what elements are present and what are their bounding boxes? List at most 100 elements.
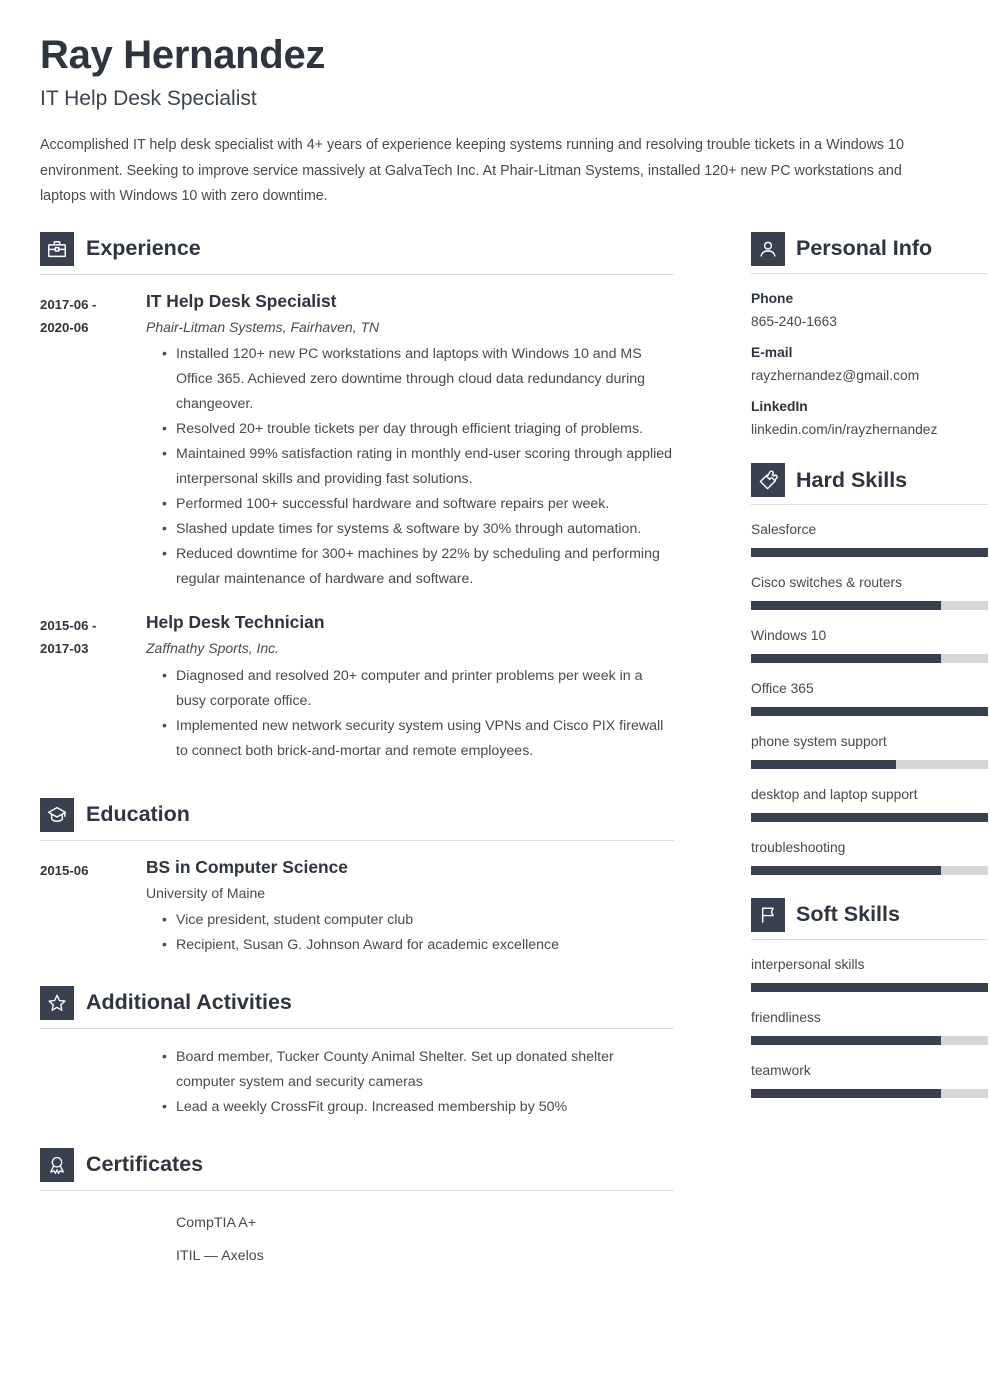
education-school: University of Maine: [146, 884, 266, 901]
skill-bar-fill: [751, 865, 941, 875]
skill-bar-track: [751, 865, 988, 875]
section-divider: [40, 1028, 674, 1030]
section-header-education: Education: [40, 797, 674, 840]
contact-label: E-mail: [751, 344, 793, 360]
person-icon: [751, 231, 785, 266]
briefcase-icon: [40, 231, 74, 266]
skill-bar-track: [751, 760, 988, 769]
skill-label: teamwork: [751, 1062, 811, 1078]
activities-date-spacer: [40, 1045, 146, 1120]
skill-label: friendliness: [751, 1009, 821, 1025]
section-divider: [751, 272, 988, 274]
education-entry: 2015-06 BS in Computer Science Universit…: [40, 857, 674, 958]
skill-label: Cisco switches & routers: [751, 575, 903, 591]
activities-entry: Board member, Tucker County Animal Shelt…: [40, 1044, 674, 1120]
experience-date-start: 2015-06 -: [40, 618, 97, 634]
certificates-body: CompTIA A+ ITIL — Axelos: [146, 1207, 674, 1273]
resume-page: Ray Hernandez IT Help Desk Specialist Ac…: [0, 0, 990, 1400]
experience-date-end: 2020-06: [40, 319, 89, 335]
star-icon: [40, 986, 74, 1021]
contact-value[interactable]: rayzhernandez@gmail.com: [751, 366, 988, 385]
activities-bullets: Board member, Tucker County Animal Shelt…: [146, 1044, 674, 1120]
skill-bar-track: [751, 1088, 988, 1098]
experience-entry: 2015-06 - 2017-03 Help Desk Technician Z…: [40, 612, 674, 763]
skill-item: friendliness: [751, 1009, 988, 1045]
experience-company: Zaffnathy Sports, Inc.: [146, 640, 280, 657]
section-personal-info: Personal Info Phone 865-240-1663 E-mail …: [751, 231, 988, 440]
experience-date: 2017-06 - 2020-06: [40, 291, 146, 592]
skill-bar-fill: [751, 548, 988, 558]
contact-field-phone: Phone 865-240-1663: [751, 290, 988, 331]
experience-bullet: Implemented new network security system …: [162, 713, 674, 764]
section-header-experience: Experience: [40, 231, 674, 274]
skill-label: interpersonal skills: [751, 956, 865, 972]
skill-item: interpersonal skills: [751, 956, 988, 992]
section-title-personal-info: Personal Info: [796, 235, 933, 260]
award-ribbon-icon: [40, 1148, 74, 1183]
experience-bullet: Installed 120+ new PC workstations and l…: [162, 341, 674, 417]
skill-label: Office 365: [751, 681, 814, 697]
section-additional-activities: Additional Activities Board member, Tuck…: [40, 986, 674, 1120]
skill-item: troubleshooting: [751, 839, 988, 875]
graduation-cap-icon: [40, 797, 74, 832]
flag-icon: [751, 897, 785, 932]
puzzle-piece-icon: [751, 463, 785, 498]
skill-bar-track: [751, 654, 988, 664]
section-header-hard-skills: Hard Skills: [751, 463, 988, 504]
candidate-name: Ray Hernandez: [40, 33, 326, 77]
experience-bullet: Diagnosed and resolved 20+ computer and …: [162, 663, 674, 714]
skill-bar-fill: [751, 707, 988, 717]
skill-bar-fill: [751, 760, 896, 769]
skill-bar-fill: [751, 1088, 941, 1098]
resume-header: Ray Hernandez IT Help Desk Specialist Ac…: [0, 0, 990, 210]
experience-date-start: 2017-06 -: [40, 296, 97, 312]
skill-item: teamwork: [751, 1062, 988, 1098]
experience-bullets: Installed 120+ new PC workstations and l…: [146, 341, 674, 592]
section-title-certificates: Certificates: [86, 1152, 204, 1177]
section-certificates: Certificates CompTIA A+ ITIL — Axelos: [40, 1148, 674, 1273]
certificates-entry: CompTIA A+ ITIL — Axelos: [40, 1207, 674, 1273]
certificate-item: CompTIA A+: [176, 1215, 257, 1232]
skill-bar-track: [751, 1035, 988, 1045]
contact-value: 865-240-1663: [751, 313, 837, 329]
experience-date-end: 2017-03: [40, 641, 89, 657]
education-degree: BS in Computer Science: [146, 856, 348, 877]
main-column: Experience 2017-06 - 2020-06 IT Help Des…: [40, 231, 674, 1279]
experience-bullet: Slashed update times for systems & softw…: [162, 516, 674, 542]
experience-bullet: Maintained 99% satisfaction rating in mo…: [162, 441, 674, 492]
resume-body: Experience 2017-06 - 2020-06 IT Help Des…: [0, 231, 990, 1279]
section-divider: [751, 504, 988, 506]
education-bullet: Recipient, Susan G. Johnson Award for ac…: [162, 932, 674, 958]
skill-bar-fill: [751, 1035, 941, 1045]
activity-bullet: Board member, Tucker County Animal Shelt…: [162, 1044, 674, 1095]
professional-summary: Accomplished IT help desk specialist wit…: [40, 137, 904, 205]
section-header-certificates: Certificates: [40, 1148, 674, 1190]
section-divider: [40, 273, 674, 275]
skill-label: Salesforce: [751, 522, 817, 538]
education-bullet: Vice president, student computer club: [162, 907, 674, 933]
experience-body: IT Help Desk Specialist Phair-Litman Sys…: [146, 291, 674, 592]
contact-label: LinkedIn: [751, 399, 808, 415]
skill-label: desktop and laptop support: [751, 787, 918, 802]
contact-label: Phone: [751, 290, 794, 306]
section-divider: [751, 938, 988, 940]
education-date: 2015-06: [40, 857, 146, 958]
contact-field-linkedin: LinkedIn linkedin.com/in/rayzhernandez: [751, 398, 988, 439]
section-title-education: Education: [86, 801, 190, 826]
skill-label: phone system support: [751, 734, 887, 750]
experience-job-title: Help Desk Technician: [146, 612, 325, 633]
skill-bar-track: [751, 707, 988, 717]
skill-item: Cisco switches & routers: [751, 574, 988, 611]
activities-body: Board member, Tucker County Animal Shelt…: [146, 1044, 674, 1120]
skill-bar-track: [751, 601, 988, 611]
education-bullets: Vice president, student computer club Re…: [146, 907, 674, 958]
section-title-hard-skills: Hard Skills: [796, 467, 908, 492]
experience-bullets: Diagnosed and resolved 20+ computer and …: [146, 663, 674, 764]
section-header-additional-activities: Additional Activities: [40, 986, 674, 1028]
experience-date: 2015-06 - 2017-03: [40, 612, 146, 763]
contact-value[interactable]: linkedin.com/in/rayzhernandez: [751, 420, 988, 439]
